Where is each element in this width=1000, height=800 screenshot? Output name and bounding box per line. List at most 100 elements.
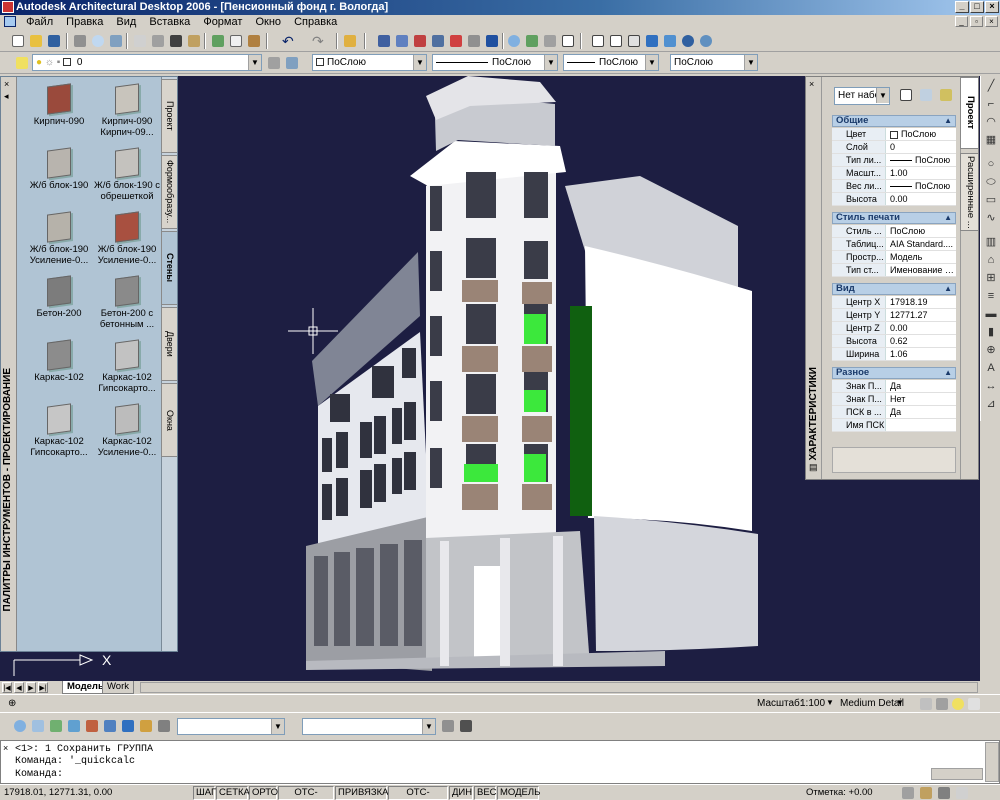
brush-icon[interactable] [246,33,262,49]
lock-icon[interactable] [918,785,934,800]
design-center-icon[interactable] [394,33,410,49]
zoom-window-icon[interactable] [30,718,46,734]
property-row[interactable]: Тип ст... Именование б... [832,264,956,277]
column-icon[interactable]: ▮ [983,324,999,340]
lineweight-dropdown[interactable]: ПоСлою ▼ [563,54,659,71]
property-value-cell[interactable]: AIA Standard.... [890,238,954,250]
paste-icon[interactable] [186,33,202,49]
wall-tool[interactable]: Бетон-200 с бетонным ... [91,275,163,337]
next-tab-icon[interactable]: ▶ [26,682,36,693]
last-tab-icon[interactable]: ▶| [38,682,48,693]
tray-icon[interactable] [936,785,952,800]
new-icon[interactable] [10,33,26,49]
close-icon[interactable]: × [809,79,814,89]
property-value-cell[interactable]: Именование б... [890,264,954,276]
stair-icon[interactable]: ≡ [983,288,999,304]
property-row[interactable]: Стиль ... ПоСлою [832,225,956,238]
property-section-header[interactable]: Стиль печати ▲ [832,212,956,224]
line-icon[interactable]: ╱ [983,78,999,94]
orbit-icon[interactable] [66,718,82,734]
ellipse-icon[interactable]: ⬭ [983,174,999,190]
ucs-settings-icon[interactable] [440,718,456,734]
ucs-apply-icon[interactable] [458,718,474,734]
property-section-header[interactable]: Вид ▲ [832,283,956,295]
slab-icon[interactable]: ▬ [983,306,999,322]
otrack-button[interactable]: ОТС-ОБЪЕКТ [388,786,448,800]
vertical-scrollbar[interactable] [985,742,999,782]
bulb-icon[interactable] [950,696,966,712]
publish-icon[interactable] [108,33,124,49]
property-row[interactable]: ПСК в ... Да [832,406,956,419]
tab-work[interactable]: Work [102,681,134,694]
property-value-cell[interactable]: 0 [890,141,954,153]
hatch-icon[interactable]: ▦ [983,132,999,148]
autohide-icon[interactable]: ▫ [809,447,812,457]
property-value-cell[interactable]: ПоСлою [890,154,954,166]
props-menu-icon[interactable]: ▤ [809,462,818,473]
horizontal-scrollbar[interactable] [140,682,978,693]
polar-button[interactable]: ОТС-ПОЛЯР [278,786,334,800]
collapse-icon[interactable]: ▲ [944,368,952,378]
collapse-icon[interactable]: ▲ [944,213,952,223]
property-row[interactable]: Слой 0 [832,141,956,154]
tab-doors[interactable]: Двери [161,307,177,381]
view-dropdown[interactable]: ▼ [177,718,285,735]
wall-tool[interactable]: Ж/б блок-190 [23,147,95,209]
layer-previous-icon[interactable] [284,55,300,71]
menu-window[interactable]: Окно [250,15,286,29]
color-dropdown[interactable]: ПоСлою ▼ [312,54,427,71]
wall-tool[interactable]: Бетон-200 [23,275,95,337]
scale-value[interactable]: 1:100 [800,698,825,709]
wall-tool[interactable]: Ж/б блок-190 Усиление-0... [91,211,163,273]
dyn-button[interactable]: ДИН [449,786,473,800]
print-icon[interactable] [72,33,88,49]
collapse-icon[interactable]: ▲ [944,116,952,126]
shade-gouraud-icon[interactable] [662,33,678,49]
layer-dropdown[interactable]: ● ☼ ▪ 0 ▼ [32,54,262,71]
zoom-previous-icon[interactable] [542,33,558,49]
camera-icon[interactable] [84,718,100,734]
first-tab-icon[interactable]: |◀ [2,682,12,693]
polyline-icon[interactable]: ⌐ [983,96,999,112]
viewport-icon[interactable] [102,718,118,734]
menu-format[interactable]: Формат [198,15,247,29]
linetype-dropdown[interactable]: ПоСлою ▼ [432,54,558,71]
annotation-icon[interactable] [934,696,950,712]
horizontal-scrollbar[interactable] [931,768,983,780]
maximize-button[interactable]: □ [970,1,984,13]
chevron-down-icon[interactable]: ▼ [896,698,904,707]
tab-walls[interactable]: Стены [161,231,177,305]
ucs-icon-button[interactable] [138,718,154,734]
cut-icon[interactable] [150,33,166,49]
wall-tool[interactable]: Ж/б блок-190 Усиление-0... [23,211,95,273]
property-value-cell[interactable]: 17918.19 [890,296,954,308]
property-value-cell[interactable]: 0.00 [890,193,954,205]
property-value-cell[interactable]: Да [890,406,954,418]
property-value-cell[interactable]: ПоСлою [890,128,954,140]
block-icon[interactable] [228,33,244,49]
markup-icon[interactable] [448,33,464,49]
property-value-cell[interactable]: 1.00 [890,167,954,179]
property-section-header[interactable]: Общие ▲ [832,115,956,127]
coordinates[interactable]: 17918.01, 12771.31, 0.00 [4,787,112,798]
tab-project[interactable]: Проект [161,79,177,153]
sheet-set-icon[interactable] [430,33,446,49]
property-row[interactable]: Простр... Модель [832,251,956,264]
property-row[interactable]: Ширина 1.06 [832,348,956,361]
door-icon[interactable]: ⌂ [983,252,999,268]
measure-icon[interactable]: ⊿ [983,396,999,412]
arc-icon[interactable]: ◠ [983,114,999,130]
project-icon[interactable] [484,33,500,49]
selection-dropdown[interactable]: Нет набор ▼ [834,87,890,105]
shade-edges-icon[interactable] [680,33,696,49]
wall-tool[interactable]: Каркас-102 Усиление-0... [91,403,163,465]
doc-minimize-button[interactable]: _ [955,16,968,27]
property-row[interactable]: Имя ПСК [832,419,956,432]
zoom-icon[interactable] [506,33,522,49]
elevation-icon[interactable] [900,785,916,800]
property-row[interactable]: Знак П... Да [832,380,956,393]
menu-help[interactable]: Справка [289,15,342,29]
wall-tool[interactable]: Кирпич-090 [23,83,95,145]
ucs-world-icon[interactable] [156,718,172,734]
close-button[interactable]: × [985,1,999,13]
